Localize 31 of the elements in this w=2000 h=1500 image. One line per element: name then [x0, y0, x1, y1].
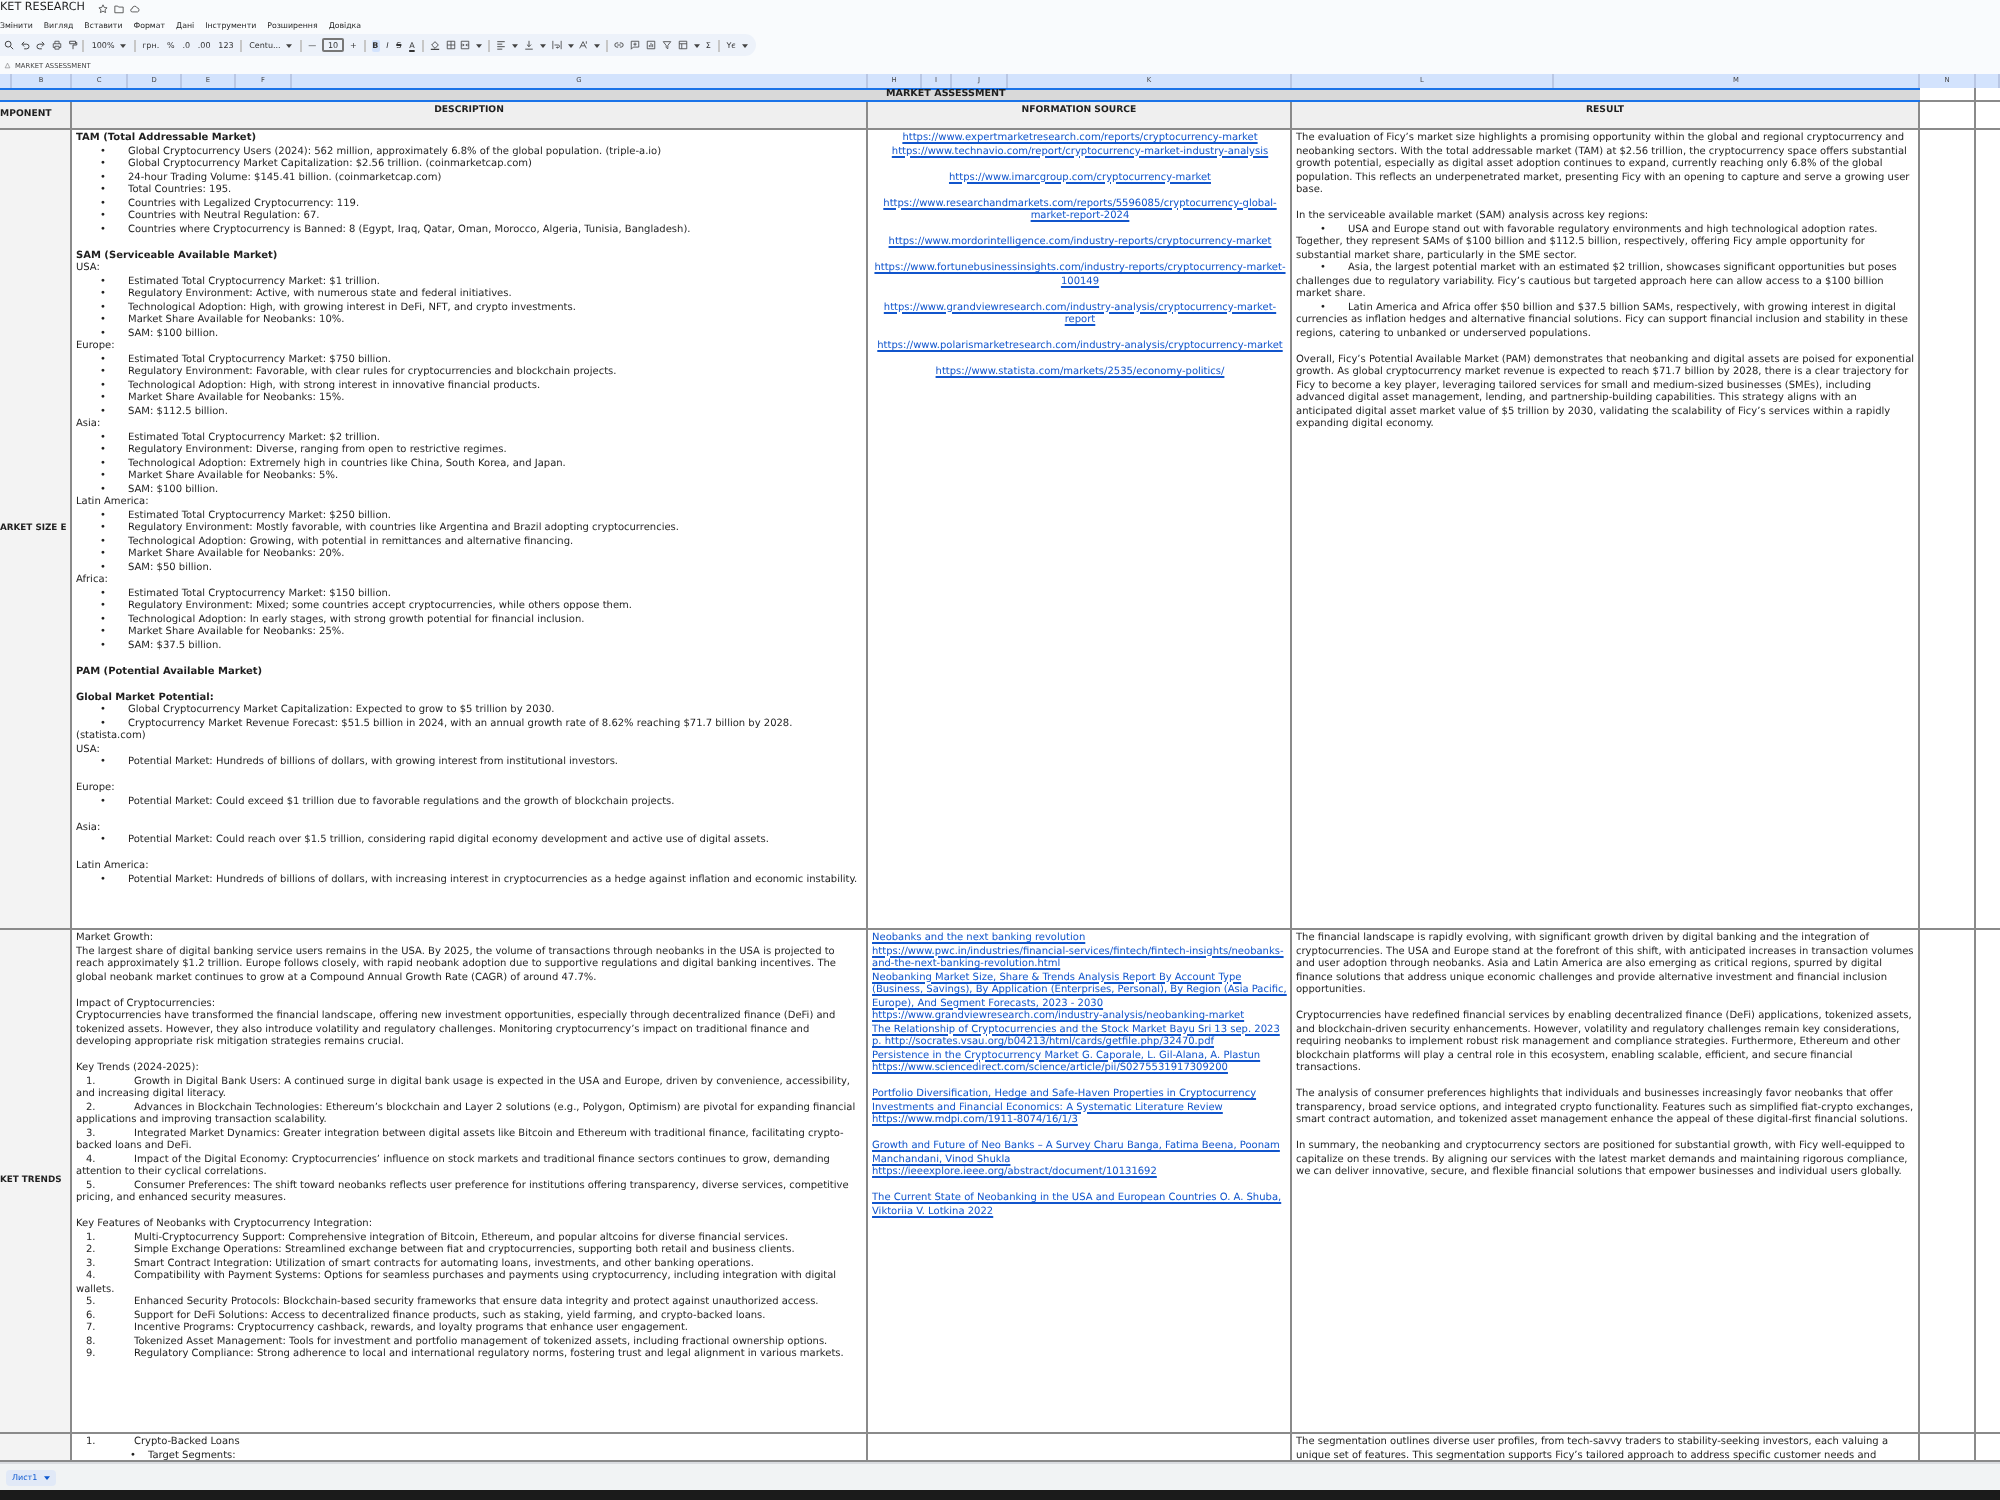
comment-icon[interactable] [629, 40, 640, 50]
caret-icon [120, 43, 127, 47]
triangle-icon [4, 62, 11, 70]
printer-icon[interactable] [51, 40, 62, 50]
search-icon[interactable] [4, 40, 14, 50]
link-icon[interactable] [614, 40, 625, 50]
undo-icon[interactable] [19, 40, 30, 50]
text-wrap-icon[interactable] [551, 40, 562, 50]
table-view-icon[interactable] [677, 40, 688, 50]
caret-icon [741, 43, 748, 47]
caret-icon [43, 1475, 50, 1479]
star-icon[interactable] [98, 4, 109, 14]
caret-icon[interactable] [567, 43, 574, 47]
caret-icon[interactable] [476, 43, 483, 47]
caret-icon[interactable] [693, 43, 700, 47]
filter-icon[interactable] [661, 40, 672, 50]
vertical-align-icon[interactable] [523, 40, 534, 50]
caret-icon[interactable] [511, 43, 518, 47]
caret-icon[interactable] [594, 43, 601, 47]
folder-icon[interactable] [114, 4, 125, 14]
text-rotate-icon[interactable] [578, 40, 589, 50]
caret-icon[interactable] [539, 43, 546, 47]
redo-icon[interactable] [35, 40, 46, 50]
cloud-icon[interactable] [130, 4, 141, 14]
borders-icon[interactable] [445, 40, 455, 50]
align-left-icon[interactable] [496, 40, 507, 50]
caret-icon [286, 43, 293, 47]
chart-icon[interactable] [645, 40, 656, 50]
paint-roller-icon[interactable] [67, 40, 78, 50]
merge-cells-icon[interactable] [460, 40, 471, 50]
fill-bucket-icon[interactable] [429, 40, 440, 50]
